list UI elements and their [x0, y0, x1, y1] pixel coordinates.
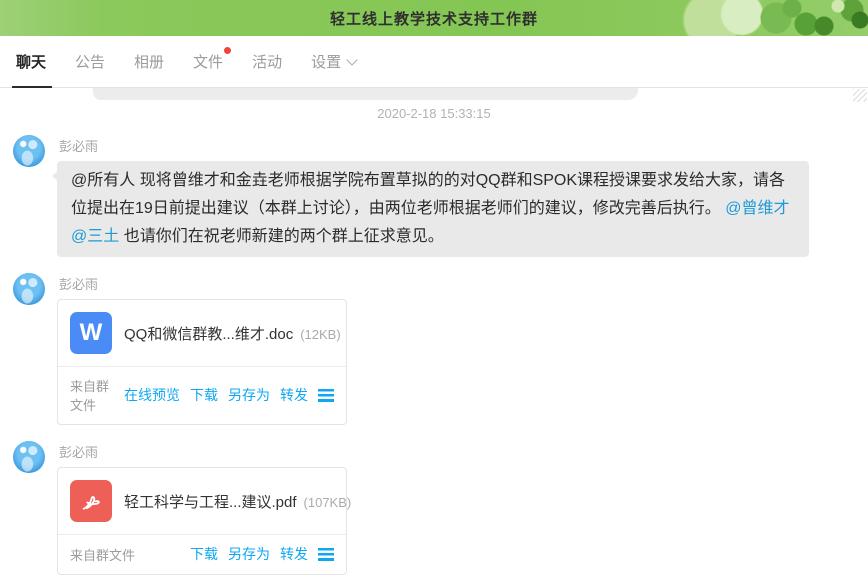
save-as-link[interactable]: 另存为	[228, 544, 270, 564]
file-source-label: 来自群文件	[70, 545, 180, 564]
tab-files-label: 文件	[193, 51, 223, 72]
avatar[interactable]	[13, 273, 45, 305]
word-doc-icon: W	[70, 312, 112, 354]
qq-group-window: 轻工线上教学技术支持工作群 聊天 公告 相册 文件 活动 设置 2020-2-1…	[0, 0, 868, 581]
pdf-file-icon	[70, 480, 112, 522]
message-row: 彭必雨 @所有人 现将曾维才和金垚老师根据学院布置草拟的的对QQ群和SPOK课程…	[0, 135, 868, 257]
message-text: 也请你们在祝老师新建的两个群上征求意见。	[124, 228, 444, 245]
sender-name: 彭必雨	[59, 274, 852, 293]
new-file-badge-dot	[224, 47, 231, 54]
tab-bar: 聊天 公告 相册 文件 活动 设置	[0, 36, 868, 88]
tab-files[interactable]: 文件	[191, 36, 225, 88]
file-card-doc[interactable]: W QQ和微信群教...维才.doc (12KB) 来自群文件 在线预览 下载 另…	[57, 299, 347, 425]
download-link[interactable]: 下载	[190, 385, 218, 405]
tab-activities-label: 活动	[252, 51, 282, 72]
more-actions-menu-icon[interactable]	[318, 548, 334, 561]
message-row: 彭必雨 轻工科学与工程...建议.pdf (107KB) 来自群文件	[0, 441, 868, 575]
scroll-indicator[interactable]	[853, 89, 867, 102]
file-card-pdf[interactable]: 轻工科学与工程...建议.pdf(107KB) 来自群文件 下载 另存为 转发	[57, 467, 347, 575]
tab-announcements[interactable]: 公告	[73, 36, 107, 88]
previous-message-bubble-partial	[93, 88, 638, 100]
forward-link[interactable]: 转发	[280, 544, 308, 564]
tab-chat[interactable]: 聊天	[14, 36, 48, 88]
group-title: 轻工线上教学技术支持工作群	[330, 8, 538, 29]
preview-online-link[interactable]: 在线预览	[124, 385, 180, 405]
message-row: 彭必雨 W QQ和微信群教...维才.doc (12KB) 来自群文件 在线预览 …	[0, 273, 868, 425]
more-actions-menu-icon[interactable]	[318, 389, 334, 402]
tab-announcements-label: 公告	[75, 51, 105, 72]
avatar[interactable]	[13, 441, 45, 473]
tab-activities[interactable]: 活动	[250, 36, 284, 88]
file-name: QQ和微信群教...维才.doc	[124, 326, 293, 343]
mention-link[interactable]: @三土	[71, 228, 119, 245]
sender-name: 彭必雨	[59, 136, 852, 155]
file-source-label: 来自群文件	[70, 376, 114, 414]
group-header: 轻工线上教学技术支持工作群	[0, 0, 868, 36]
file-name: 轻工科学与工程...建议.pdf	[124, 494, 297, 511]
forward-link[interactable]: 转发	[280, 385, 308, 405]
tab-album-label: 相册	[134, 51, 164, 72]
sender-name: 彭必雨	[59, 442, 852, 461]
tab-album[interactable]: 相册	[132, 36, 166, 88]
file-size: (107KB)	[304, 495, 352, 510]
tab-settings-label: 设置	[311, 51, 341, 72]
mention-link[interactable]: @曾维才	[725, 200, 789, 217]
file-size: (12KB)	[300, 327, 340, 342]
tab-settings[interactable]: 设置	[309, 36, 358, 88]
message-bubble: @所有人 现将曾维才和金垚老师根据学院布置草拟的的对QQ群和SPOK课程授课要求…	[57, 161, 809, 257]
download-link[interactable]: 下载	[190, 544, 218, 564]
chat-message-area: 2020-2-18 15:33:15 彭必雨 @所有人 现将曾维才和金垚老师根据…	[0, 88, 868, 581]
save-as-link[interactable]: 另存为	[228, 385, 270, 405]
message-text: @所有人 现将曾维才和金垚老师根据学院布置草拟的的对QQ群和SPOK课程授课要求…	[71, 172, 785, 217]
avatar[interactable]	[13, 135, 45, 167]
chevron-down-icon	[346, 54, 357, 65]
tab-chat-label: 聊天	[16, 51, 46, 72]
